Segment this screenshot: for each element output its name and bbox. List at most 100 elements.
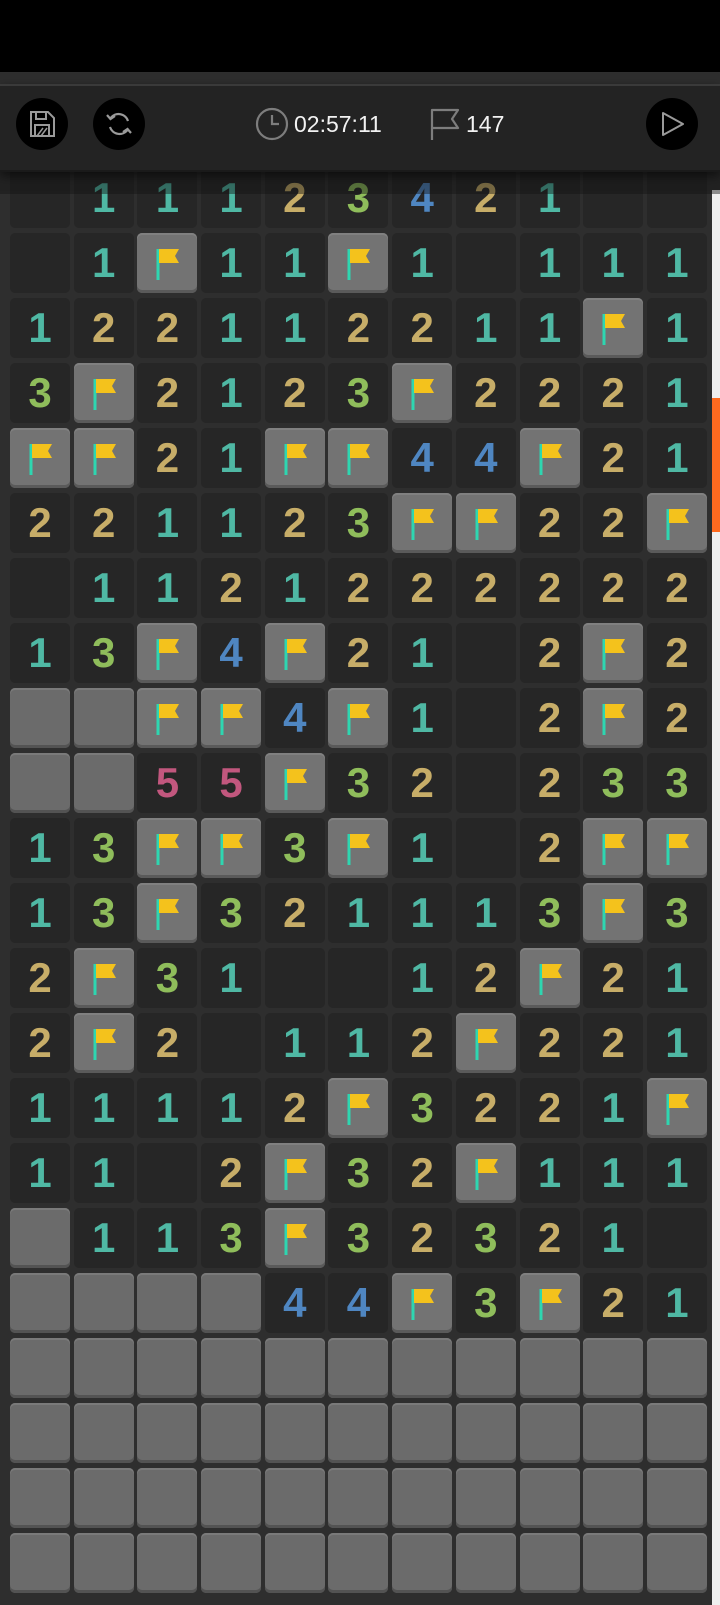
flagged-cell[interactable]	[137, 623, 198, 683]
number-cell[interactable]: 1	[392, 948, 453, 1008]
hidden-cell[interactable]	[201, 1533, 262, 1593]
number-cell[interactable]: 2	[137, 363, 198, 423]
hidden-cell[interactable]	[264, 1533, 325, 1593]
scrollbar-thumb[interactable]	[712, 398, 720, 532]
hidden-cell[interactable]	[646, 1338, 707, 1398]
number-cell[interactable]: 2	[455, 948, 516, 1008]
flagged-cell[interactable]	[392, 1273, 453, 1333]
hidden-cell[interactable]	[646, 1468, 707, 1528]
number-cell[interactable]: 1	[264, 1013, 325, 1073]
number-cell[interactable]: 1	[646, 363, 707, 423]
hidden-cell[interactable]	[73, 1403, 134, 1463]
hidden-cell[interactable]	[73, 1273, 134, 1333]
number-cell[interactable]: 3	[264, 818, 325, 878]
restart-button[interactable]	[93, 98, 145, 150]
number-cell[interactable]: 2	[392, 1013, 453, 1073]
number-cell[interactable]: 3	[392, 1078, 453, 1138]
number-cell[interactable]: 3	[583, 753, 644, 813]
hidden-cell[interactable]	[201, 1273, 262, 1333]
open-cell[interactable]	[455, 623, 516, 683]
number-cell[interactable]: 1	[646, 233, 707, 293]
hidden-cell[interactable]	[201, 1468, 262, 1528]
hidden-cell[interactable]	[264, 1338, 325, 1398]
hidden-cell[interactable]	[137, 1273, 198, 1333]
hidden-cell[interactable]	[328, 1403, 389, 1463]
flagged-cell[interactable]	[519, 428, 580, 488]
flagged-cell[interactable]	[392, 493, 453, 553]
flagged-cell[interactable]	[264, 428, 325, 488]
number-cell[interactable]: 2	[73, 493, 134, 553]
number-cell[interactable]: 2	[646, 688, 707, 748]
flagged-cell[interactable]	[328, 688, 389, 748]
number-cell[interactable]: 1	[10, 623, 70, 683]
number-cell[interactable]: 1	[392, 623, 453, 683]
flagged-cell[interactable]	[646, 493, 707, 553]
number-cell[interactable]: 2	[583, 558, 644, 618]
flagged-cell[interactable]	[646, 818, 707, 878]
number-cell[interactable]: 2	[10, 493, 70, 553]
number-cell[interactable]: 1	[10, 1078, 70, 1138]
number-cell[interactable]: 2	[10, 1013, 70, 1073]
flagged-cell[interactable]	[137, 233, 198, 293]
number-cell[interactable]: 1	[73, 1143, 134, 1203]
flagged-cell[interactable]	[455, 1143, 516, 1203]
flagged-cell[interactable]	[455, 493, 516, 553]
number-cell[interactable]: 1	[392, 883, 453, 943]
hidden-cell[interactable]	[10, 1208, 70, 1268]
number-cell[interactable]: 3	[73, 818, 134, 878]
flagged-cell[interactable]	[73, 428, 134, 488]
number-cell[interactable]: 4	[328, 1273, 389, 1333]
hidden-cell[interactable]	[10, 1273, 70, 1333]
number-cell[interactable]: 3	[201, 883, 262, 943]
number-cell[interactable]: 1	[137, 1208, 198, 1268]
flagged-cell[interactable]	[519, 1273, 580, 1333]
number-cell[interactable]: 1	[328, 1013, 389, 1073]
hidden-cell[interactable]	[455, 1338, 516, 1398]
flagged-cell[interactable]	[328, 818, 389, 878]
hidden-cell[interactable]	[201, 1403, 262, 1463]
hidden-cell[interactable]	[10, 1338, 70, 1398]
number-cell[interactable]: 2	[646, 623, 707, 683]
number-cell[interactable]: 2	[264, 493, 325, 553]
number-cell[interactable]: 2	[137, 298, 198, 358]
number-cell[interactable]: 2	[455, 558, 516, 618]
number-cell[interactable]: 1	[646, 298, 707, 358]
open-cell[interactable]	[10, 233, 70, 293]
number-cell[interactable]: 1	[264, 233, 325, 293]
number-cell[interactable]: 1	[392, 233, 453, 293]
hidden-cell[interactable]	[392, 1338, 453, 1398]
open-cell[interactable]	[455, 233, 516, 293]
number-cell[interactable]: 3	[73, 883, 134, 943]
number-cell[interactable]: 1	[201, 428, 262, 488]
open-cell[interactable]	[455, 753, 516, 813]
number-cell[interactable]: 1	[646, 428, 707, 488]
hidden-cell[interactable]	[519, 1533, 580, 1593]
flagged-cell[interactable]	[73, 1013, 134, 1073]
open-cell[interactable]	[137, 1143, 198, 1203]
number-cell[interactable]: 1	[455, 883, 516, 943]
hidden-cell[interactable]	[519, 1468, 580, 1528]
number-cell[interactable]: 2	[264, 883, 325, 943]
number-cell[interactable]: 1	[392, 688, 453, 748]
number-cell[interactable]: 2	[328, 558, 389, 618]
hidden-cell[interactable]	[73, 688, 134, 748]
hidden-cell[interactable]	[455, 1533, 516, 1593]
flagged-cell[interactable]	[73, 363, 134, 423]
number-cell[interactable]: 3	[73, 623, 134, 683]
number-cell[interactable]: 1	[201, 298, 262, 358]
number-cell[interactable]: 2	[73, 298, 134, 358]
flagged-cell[interactable]	[455, 1013, 516, 1073]
hidden-cell[interactable]	[264, 1403, 325, 1463]
number-cell[interactable]: 2	[519, 623, 580, 683]
number-cell[interactable]: 1	[201, 1078, 262, 1138]
flagged-cell[interactable]	[137, 688, 198, 748]
hidden-cell[interactable]	[73, 1468, 134, 1528]
hidden-cell[interactable]	[264, 1468, 325, 1528]
hidden-cell[interactable]	[328, 1468, 389, 1528]
number-cell[interactable]: 2	[583, 428, 644, 488]
flagged-cell[interactable]	[646, 1078, 707, 1138]
hidden-cell[interactable]	[137, 1403, 198, 1463]
number-cell[interactable]: 2	[583, 948, 644, 1008]
number-cell[interactable]: 2	[646, 558, 707, 618]
hidden-cell[interactable]	[73, 1533, 134, 1593]
